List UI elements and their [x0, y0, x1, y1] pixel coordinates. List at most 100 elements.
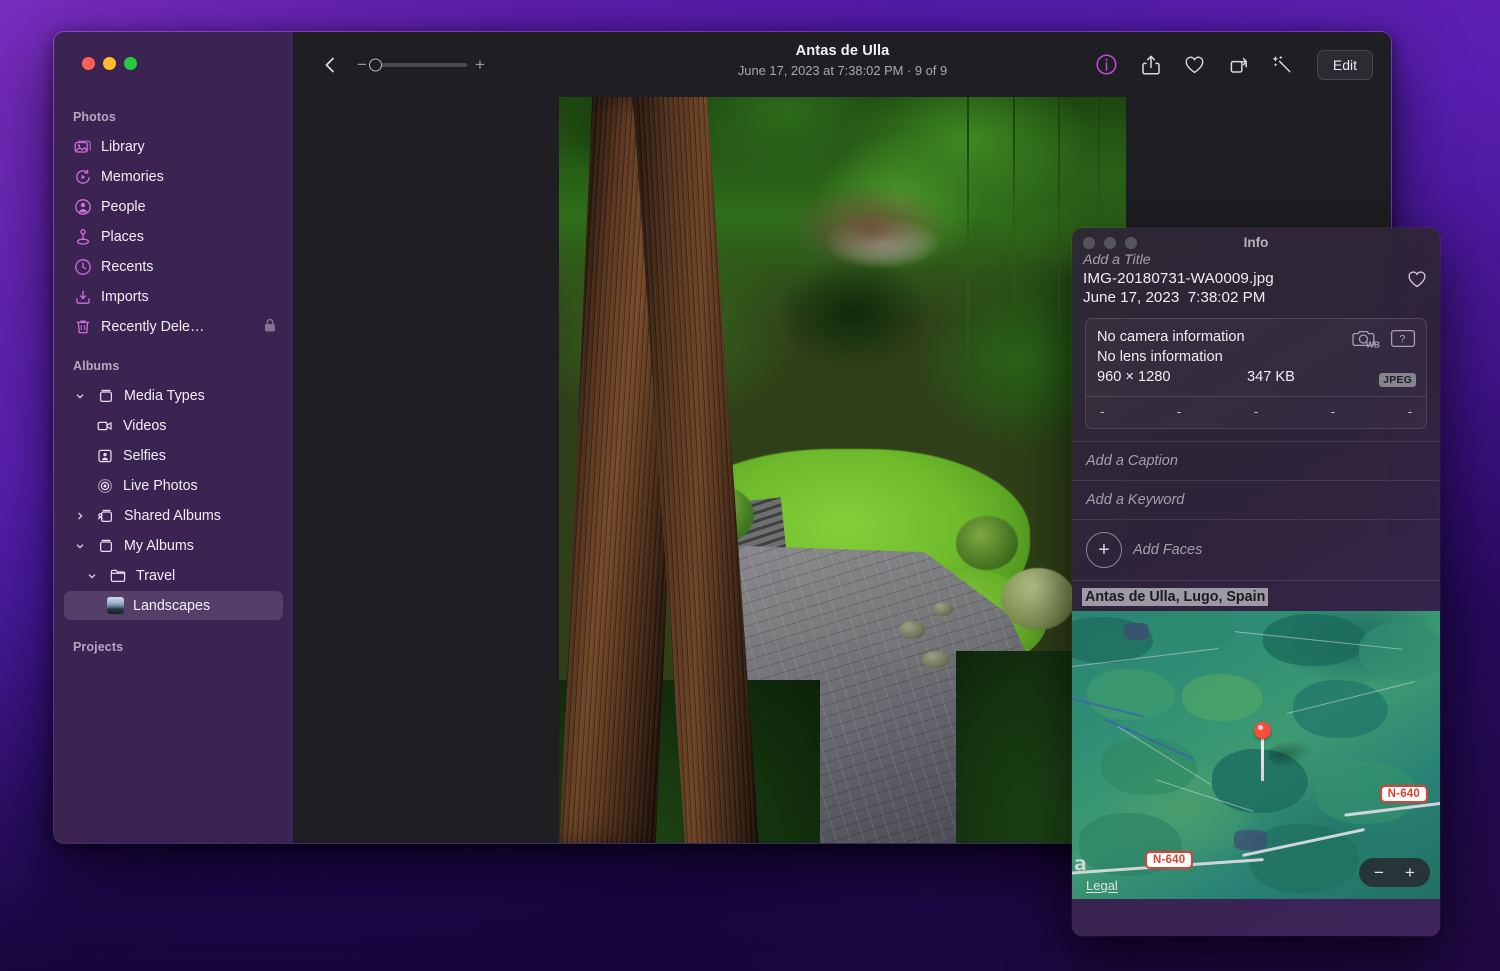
chevron-down-icon[interactable] [73, 541, 87, 551]
location-row[interactable]: Antas de Ulla, Lugo, Spain [1072, 580, 1440, 611]
info-close-button[interactable] [1083, 237, 1095, 249]
sidebar-item-library[interactable]: Library [64, 132, 283, 161]
photo-viewer[interactable] [559, 97, 1126, 843]
sidebar-item-shared-albums[interactable]: Shared Albums [64, 501, 283, 530]
sidebar-item-label: Selfies [123, 448, 166, 464]
format-badge: JPEG [1379, 373, 1416, 387]
sidebar-item-places[interactable]: Places [64, 222, 283, 251]
pin-head [1254, 722, 1271, 739]
exif-value: - [1254, 404, 1331, 419]
chevron-down-icon[interactable] [73, 391, 87, 401]
chevron-right-icon[interactable] [73, 511, 87, 521]
chevron-down-icon[interactable] [85, 571, 99, 581]
camera-wb-icon: WB [1351, 328, 1381, 355]
exif-primary: No camera information No lens informatio… [1086, 319, 1426, 396]
photo-vine [967, 97, 969, 441]
map-patch [1153, 611, 1234, 648]
sidebar-scroll[interactable]: Photos Library [54, 32, 293, 661]
map-zoom-out-button[interactable]: − [1365, 858, 1393, 887]
sidebar-item-label: Recently Dele… [101, 319, 204, 335]
sidebar-item-travel[interactable]: Travel [64, 561, 283, 590]
rotate-icon[interactable] [1227, 53, 1251, 77]
zoom-in-label[interactable]: + [474, 56, 486, 73]
exif-value: - [1408, 404, 1412, 419]
clock-icon [73, 257, 92, 276]
photo-vine [1013, 97, 1015, 381]
sidebar: Photos Library [54, 32, 294, 843]
add-faces-row[interactable]: + Add Faces [1072, 519, 1440, 580]
filesize-label: 347 KB [1247, 368, 1295, 388]
sidebar-item-label: Library [101, 139, 145, 155]
minimize-button[interactable] [103, 57, 116, 70]
map-zoom-in-button[interactable]: + [1396, 858, 1424, 887]
sidebar-section-projects: Projects [54, 634, 293, 661]
memories-icon [73, 167, 92, 186]
trash-icon [73, 317, 92, 336]
sidebar-item-label: Travel [136, 568, 175, 584]
heart-outline-icon[interactable] [1406, 268, 1428, 295]
svg-text:?: ? [1399, 334, 1405, 346]
sidebar-item-label: Places [101, 229, 144, 245]
sidebar-item-memories[interactable]: Memories [64, 162, 283, 191]
info-zoom-button[interactable] [1125, 237, 1137, 249]
close-button[interactable] [82, 57, 95, 70]
sidebar-item-videos[interactable]: Videos [64, 411, 283, 440]
sidebar-item-label: Live Photos [123, 478, 198, 494]
library-icon [73, 137, 92, 156]
album-thumbnail [107, 597, 124, 614]
edit-button[interactable]: Edit [1317, 50, 1373, 80]
road-shield: N-640 [1145, 851, 1193, 869]
live-photo-icon [95, 476, 114, 495]
info-panel-traffic-lights [1083, 237, 1137, 249]
exif-value: - [1177, 404, 1254, 419]
exif-box: No camera information No lens informatio… [1085, 318, 1427, 429]
sidebar-item-label: Shared Albums [124, 508, 221, 524]
plus-circle-icon[interactable]: + [1086, 532, 1122, 568]
exif-secondary-row: - - - - - [1086, 396, 1426, 428]
map-legal-link[interactable]: Legal [1086, 878, 1118, 893]
dimensions-label: 960 × 1280 [1097, 368, 1247, 388]
location-label: Antas de Ulla, Lugo, Spain [1082, 588, 1268, 606]
sidebar-item-live-photos[interactable]: Live Photos [64, 471, 283, 500]
sidebar-item-recents[interactable]: Recents [64, 252, 283, 281]
window-traffic-lights [82, 57, 137, 70]
pin-stick [1261, 739, 1264, 781]
svg-text:WB: WB [1366, 340, 1380, 350]
toolbar: − + Antas de Ulla June 17, 2023 at 7:38:… [294, 32, 1391, 97]
info-minimize-button[interactable] [1104, 237, 1116, 249]
keyword-input[interactable]: Add a Keyword [1072, 480, 1440, 519]
sidebar-item-people[interactable]: People [64, 192, 283, 221]
filename-label: IMG-20180731-WA0009.jpg [1083, 270, 1425, 287]
share-icon[interactable] [1139, 53, 1163, 77]
sidebar-item-imports[interactable]: Imports [64, 282, 283, 311]
location-map[interactable]: N-640 N-640 a Legal − + [1072, 611, 1440, 899]
enhance-wand-icon[interactable] [1271, 53, 1295, 77]
map-patch [1182, 674, 1263, 720]
add-title-input[interactable]: Add a Title [1083, 252, 1425, 268]
zoom-button[interactable] [124, 57, 137, 70]
location-pin [1254, 722, 1271, 781]
sidebar-item-my-albums[interactable]: My Albums [64, 531, 283, 560]
sidebar-item-label: Imports [101, 289, 149, 305]
favorite-heart-icon[interactable] [1183, 53, 1207, 77]
info-header: Add a Title IMG-20180731-WA0009.jpg June… [1072, 250, 1440, 318]
zoom-slider-track[interactable] [375, 63, 467, 67]
info-icon[interactable] [1095, 53, 1119, 77]
zoom-slider-knob[interactable] [369, 58, 382, 71]
caption-input[interactable]: Add a Caption [1072, 441, 1440, 480]
back-button[interactable] [316, 51, 344, 79]
folder-icon [108, 566, 127, 585]
sidebar-item-recently-deleted[interactable]: Recently Dele… [64, 312, 283, 341]
sidebar-item-landscapes[interactable]: Landscapes [64, 591, 283, 620]
sidebar-item-label: Media Types [124, 388, 205, 404]
sidebar-item-selfies[interactable]: Selfies [64, 441, 283, 470]
exif-value: - [1331, 404, 1408, 419]
sidebar-item-media-types[interactable]: Media Types [64, 381, 283, 410]
map-zoom-controls[interactable]: − + [1359, 858, 1430, 887]
question-mark-icon: ? [1390, 328, 1416, 354]
album-stack-icon [96, 386, 115, 405]
zoom-out-label[interactable]: − [356, 56, 368, 73]
shared-album-icon [96, 506, 115, 525]
zoom-slider[interactable]: − + [356, 56, 486, 73]
sidebar-item-label: Videos [123, 418, 166, 434]
